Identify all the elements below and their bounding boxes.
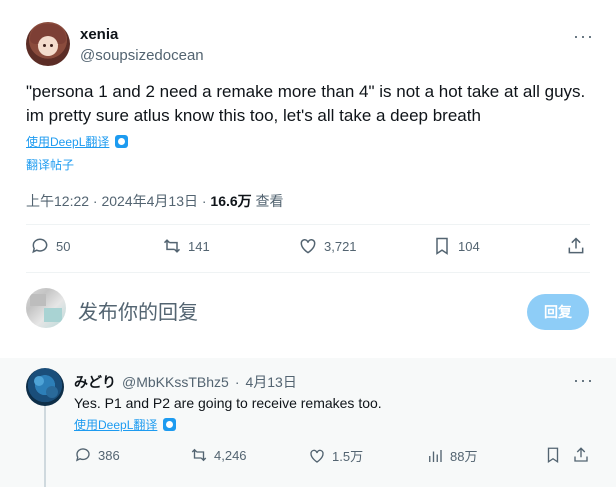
like-icon: [300, 238, 316, 254]
divider: [26, 224, 590, 225]
deepl-icon: [163, 418, 177, 431]
retweet-button[interactable]: 4,246: [190, 446, 247, 464]
reply-actions: 386 4,246 1.5万 88万: [74, 446, 594, 468]
user-avatar[interactable]: [26, 288, 66, 328]
bookmark-button[interactable]: [544, 446, 562, 464]
views-count: 88万: [450, 449, 478, 464]
reply-author-avatar[interactable]: [26, 368, 64, 406]
more-options-icon[interactable]: ···: [573, 26, 594, 47]
translate-post-link[interactable]: 翻译帖子: [26, 156, 74, 173]
share-icon: [568, 237, 584, 254]
reply-submit-button[interactable]: 回复: [527, 294, 589, 330]
reply-count: 50: [56, 238, 71, 254]
reply-icon: [32, 238, 48, 254]
tweet-text: "persona 1 and 2 need a remake more than…: [26, 80, 601, 128]
main-tweet: xenia @soupsizedocean ··· "persona 1 and…: [0, 0, 616, 358]
reply-author-name[interactable]: みどり: [74, 372, 116, 392]
retweet-icon: [191, 448, 207, 462]
retweet-count: 4,246: [214, 447, 247, 463]
tweet-text-line: "persona 1 and 2 need a remake more than…: [26, 82, 586, 101]
views-button[interactable]: 88万: [426, 446, 477, 465]
view-count: 16.6万: [210, 193, 252, 209]
thread-line: [44, 404, 46, 487]
like-count: 1.5万: [332, 449, 364, 464]
views-icon: [429, 449, 442, 462]
share-button[interactable]: [566, 236, 586, 256]
bookmark-button[interactable]: 104: [432, 236, 480, 256]
tweet-actions: 50 141 3,721 104: [26, 236, 590, 262]
like-count: 3,721: [324, 238, 357, 254]
deepl-translate-label: 使用DeepL翻译: [74, 418, 158, 432]
reply-header: みどり @MbKKssTBhz5 · 4月13日: [74, 372, 297, 392]
author-name[interactable]: xenia: [80, 26, 118, 43]
separator: ·: [234, 374, 240, 390]
bookmark-icon: [436, 237, 448, 255]
share-button[interactable]: [572, 446, 590, 464]
tweet-timestamp[interactable]: 上午12:22 · 2024年4月13日 ·: [26, 193, 210, 209]
author-avatar[interactable]: [26, 22, 70, 66]
tweet-meta: 上午12:22 · 2024年4月13日 · 16.6万 查看: [26, 191, 284, 211]
deepl-translate-link[interactable]: 使用DeepL翻译: [26, 133, 129, 150]
retweet-button[interactable]: 141: [162, 236, 210, 256]
bookmark-icon: [547, 447, 559, 464]
reply-input[interactable]: 发布你的回复: [78, 296, 198, 325]
like-button[interactable]: 1.5万: [308, 446, 363, 465]
like-icon: [310, 449, 324, 463]
reply-button[interactable]: 386: [74, 446, 120, 464]
author-handle[interactable]: @soupsizedocean: [80, 47, 204, 64]
views-label: 查看: [251, 193, 284, 209]
reply-button[interactable]: 50: [30, 236, 70, 256]
deepl-translate-label: 使用DeepL翻译: [26, 135, 110, 149]
retweet-count: 141: [188, 238, 210, 254]
tweet-text-line: im pretty sure atlus know this too, let'…: [26, 106, 481, 125]
reply-icon: [75, 448, 90, 462]
bookmark-count: 104: [458, 238, 480, 254]
like-button[interactable]: 3,721: [298, 236, 357, 256]
deepl-icon: [115, 135, 129, 148]
reply-count: 386: [98, 447, 120, 463]
share-icon: [574, 447, 588, 462]
retweet-icon: [163, 239, 181, 253]
more-options-icon[interactable]: ···: [573, 370, 594, 391]
reply-composer: 发布你的回复 回复: [0, 276, 616, 352]
divider: [26, 272, 590, 273]
reply-text: Yes. P1 and P2 are going to receive rema…: [74, 395, 382, 411]
reply-date[interactable]: 4月13日: [245, 372, 296, 392]
reply-author-handle[interactable]: @MbKKssTBhz5: [122, 374, 229, 390]
reply-tweet[interactable]: みどり @MbKKssTBhz5 · 4月13日 ··· Yes. P1 and…: [0, 358, 616, 487]
deepl-translate-link[interactable]: 使用DeepL翻译: [74, 416, 177, 433]
